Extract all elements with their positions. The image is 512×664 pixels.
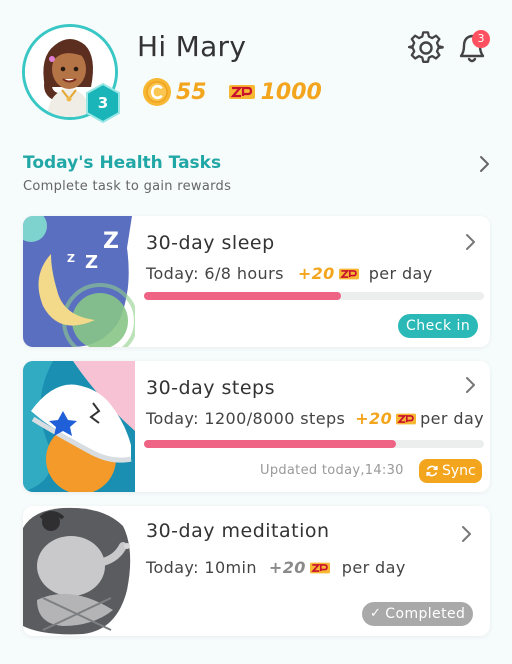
zp-balance: 1000 — [260, 79, 322, 105]
task-progress-line: Today: 6/8 hours +20 per day — [146, 264, 433, 283]
completed-label: Completed — [385, 606, 466, 622]
task-today: Today: 6/8 hours — [146, 264, 284, 283]
section-subtitle: Complete task to gain rewards — [23, 179, 232, 194]
check-in-button[interactable]: Check in — [398, 314, 479, 338]
zp-icon — [396, 413, 417, 424]
task-progress-line: Today: 10min +20 per day — [146, 558, 406, 577]
task-title: 30-day meditation — [146, 520, 330, 542]
progress-fill — [144, 292, 342, 300]
chevron-right-icon[interactable] — [463, 232, 477, 252]
level-badge-icon: 3 — [85, 82, 121, 124]
task-today: Today: 10min — [146, 558, 257, 577]
progress-bar — [144, 292, 484, 300]
task-today: Today: 1200/8000 steps — [146, 409, 346, 428]
meditation-illustration — [23, 507, 131, 635]
completed-badge: ✓ Completed — [362, 602, 474, 626]
steps-illustration — [23, 361, 135, 492]
coin-balance: 55 — [176, 79, 207, 105]
task-reward: +20 — [268, 558, 306, 577]
sync-icon — [426, 465, 438, 477]
updated-timestamp: Updated today,14:30 — [260, 463, 404, 478]
header: 3 Hi Mary 55 1000 3 — [0, 0, 512, 140]
task-card-sleep[interactable]: Z Z Z 30-day sleep Today: 6/8 hours +20 … — [23, 216, 490, 347]
avatar[interactable]: 3 — [22, 24, 126, 124]
level-number: 3 — [97, 94, 109, 112]
svg-text:Z: Z — [103, 229, 119, 254]
greeting: Hi Mary — [137, 30, 247, 63]
chevron-right-icon[interactable] — [463, 375, 477, 395]
chevron-right-icon[interactable] — [459, 524, 473, 544]
gear-icon[interactable] — [408, 30, 444, 66]
svg-text:Z: Z — [67, 252, 75, 265]
sync-button[interactable]: Sync — [419, 459, 482, 483]
task-reward: +20 — [297, 264, 335, 283]
task-per: per day — [368, 264, 433, 283]
chevron-right-icon[interactable] — [476, 154, 492, 174]
task-per: per day — [420, 409, 485, 428]
task-reward: +20 — [355, 409, 393, 428]
zp-icon — [228, 85, 255, 99]
sync-label: Sync — [442, 463, 476, 479]
task-per: per day — [341, 558, 406, 577]
sleep-illustration: Z Z Z — [23, 216, 135, 347]
task-progress-line: Today: 1200/8000 steps +20 per day — [146, 409, 484, 428]
svg-text:Z: Z — [85, 252, 98, 273]
progress-fill — [144, 440, 396, 448]
task-title: 30-day steps — [146, 377, 276, 399]
zp-icon — [309, 562, 330, 573]
progress-bar — [144, 440, 484, 448]
currency-row: 55 1000 — [142, 76, 322, 108]
section-title: Today's Health Tasks — [23, 153, 222, 173]
task-card-meditation[interactable]: 30-day meditation Today: 10min +20 per d… — [23, 506, 490, 636]
notification-badge: 3 — [472, 30, 490, 48]
coin-icon — [143, 78, 171, 106]
task-title: 30-day sleep — [146, 232, 275, 254]
zp-icon — [338, 268, 359, 279]
check-icon: ✓ — [370, 606, 382, 621]
task-card-steps[interactable]: 30-day steps Today: 1200/8000 steps +20 … — [23, 361, 490, 492]
